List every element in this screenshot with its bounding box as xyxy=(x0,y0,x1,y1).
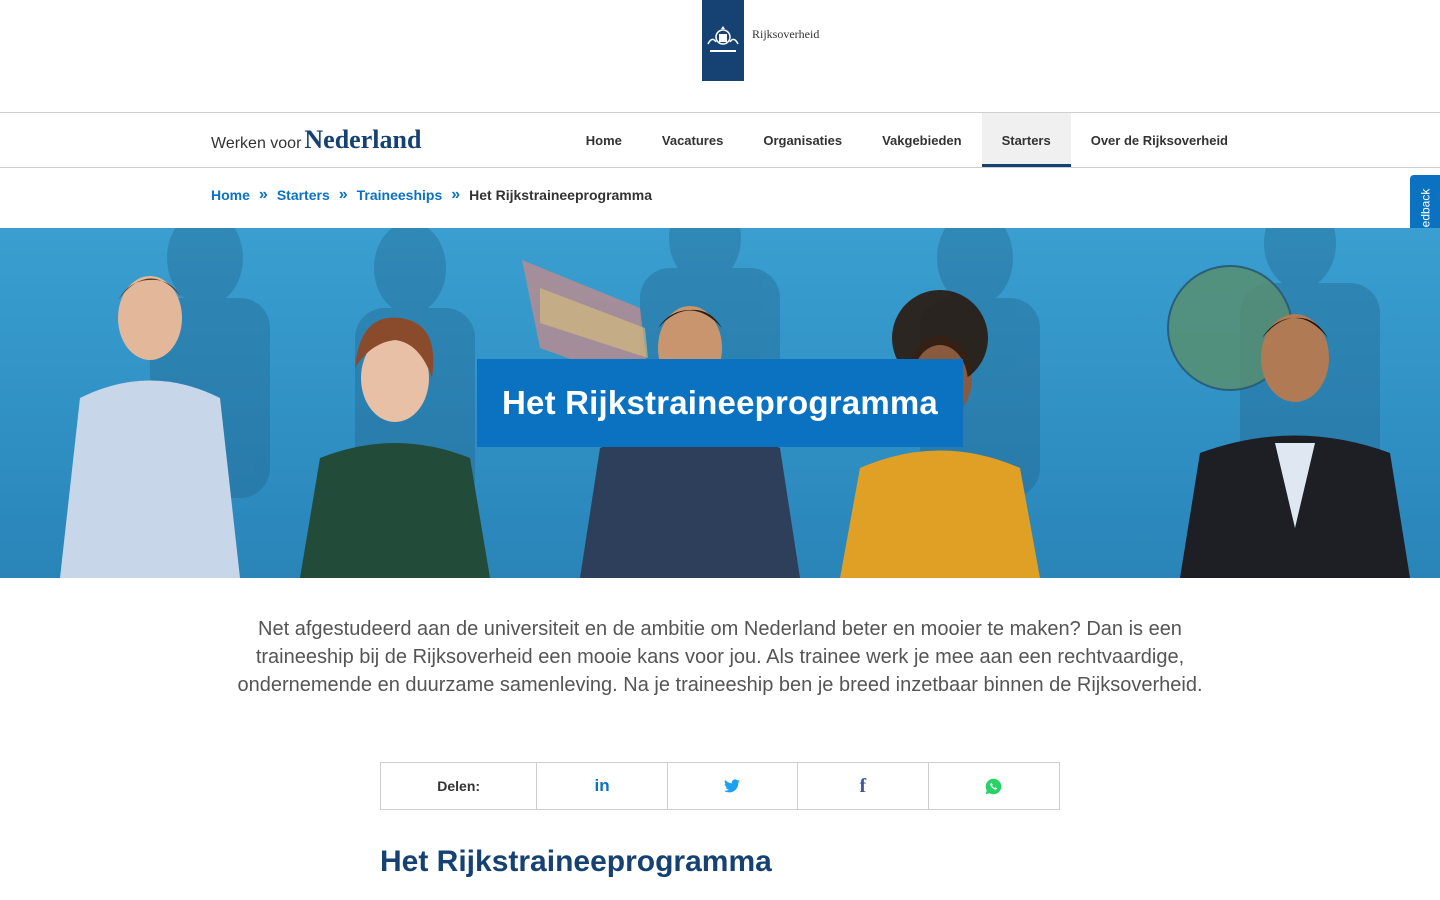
section-title: Het Rijkstraineeprogramma xyxy=(380,845,772,878)
brand-small-text: Werken voor xyxy=(211,135,302,152)
menu-item-vacatures[interactable]: Vacatures xyxy=(642,113,743,167)
main-menu: Home Vacatures Organisaties Vakgebieden … xyxy=(566,113,1248,167)
intro-text: Net afgestudeerd aan de universiteit en … xyxy=(237,618,1203,696)
hero-title: Het Rijkstraineeprogramma xyxy=(502,384,938,421)
breadcrumb-starters[interactable]: Starters xyxy=(277,187,330,203)
share-linkedin-button[interactable]: in xyxy=(537,763,668,809)
menu-item-organisaties[interactable]: Organisaties xyxy=(743,113,862,167)
menu-item-over-de-rijksoverheid[interactable]: Over de Rijksoverheid xyxy=(1071,113,1248,167)
menu-item-starters[interactable]: Starters xyxy=(981,113,1071,167)
twitter-icon xyxy=(724,779,741,793)
facebook-icon: f xyxy=(859,774,867,797)
whatsapp-icon xyxy=(985,778,1002,794)
share-bar: Delen: in f xyxy=(380,762,1060,810)
breadcrumb-home[interactable]: Home xyxy=(211,187,250,203)
hero-title-box: Het Rijkstraineeprogramma xyxy=(477,359,963,447)
coat-of-arms-icon xyxy=(702,0,744,81)
breadcrumb-separator: » xyxy=(451,186,461,203)
breadcrumb-current: Het Rijkstraineeprogramma xyxy=(469,187,652,203)
breadcrumb-separator: » xyxy=(258,186,268,203)
top-logo-band: Rijksoverheid xyxy=(0,0,1440,113)
share-facebook-button[interactable]: f xyxy=(798,763,929,809)
share-whatsapp-button[interactable] xyxy=(929,763,1059,809)
hero-banner: Het Rijkstraineeprogramma xyxy=(0,228,1440,578)
logo-text: Rijksoverheid xyxy=(752,27,820,41)
breadcrumb-separator: » xyxy=(338,186,348,203)
linkedin-icon: in xyxy=(594,776,610,795)
share-label: Delen: xyxy=(381,763,538,809)
breadcrumb-traineeships[interactable]: Traineeships xyxy=(357,187,443,203)
menu-item-vakgebieden[interactable]: Vakgebieden xyxy=(862,113,981,167)
main-navigation: Werken voor Nederland Home Vacatures Org… xyxy=(0,113,1440,168)
menu-item-home[interactable]: Home xyxy=(566,113,642,167)
share-twitter-button[interactable] xyxy=(668,763,799,809)
brand-big-text: Nederland xyxy=(304,125,422,154)
breadcrumb: Home » Starters » Traineeships » Het Rij… xyxy=(211,186,652,204)
site-brand[interactable]: Werken voor Nederland xyxy=(211,125,421,155)
rijksoverheid-logo[interactable]: Rijksoverheid xyxy=(702,0,819,81)
